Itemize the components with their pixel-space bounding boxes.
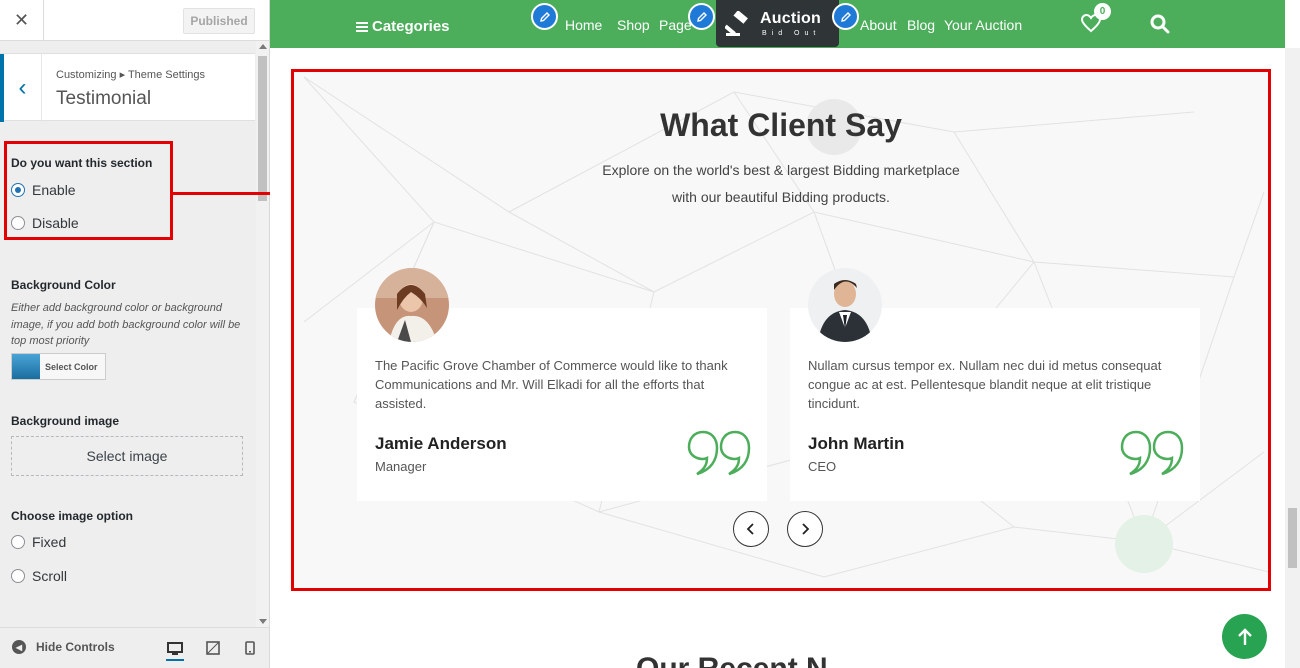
hide-controls-button[interactable]: ◀ Hide Controls xyxy=(12,640,115,654)
chevron-left-icon xyxy=(746,523,754,535)
highlight-box xyxy=(4,141,173,240)
carousel-prev-button[interactable] xyxy=(733,511,769,547)
scroll-to-top-button[interactable] xyxy=(1222,614,1267,659)
chevron-right-icon xyxy=(802,523,810,535)
categories-label: Categories xyxy=(372,18,450,35)
mobile-icon xyxy=(245,641,255,655)
background-image-label: Background image xyxy=(11,414,120,428)
testimonial-card: Nullam cursus tempor ex. Nullam nec dui … xyxy=(790,268,1200,501)
next-section-heading: Our Recent N xyxy=(636,652,828,668)
nav-about[interactable]: About xyxy=(860,17,897,33)
testimonial-quote: The Pacific Grove Chamber of Commerce wo… xyxy=(375,358,728,411)
testimonial-section: What Client Say Explore on the world's b… xyxy=(291,69,1271,591)
customizer-app: ✕ Published ‹ Customizing ▸ Theme Settin… xyxy=(0,0,1300,668)
search-icon xyxy=(1150,14,1170,34)
scroll-up-arrow[interactable] xyxy=(259,44,267,49)
testimonial-quote: Nullam cursus tempor ex. Nullam nec dui … xyxy=(808,358,1162,411)
quote-mark-icon xyxy=(687,430,751,476)
preview-scroll-thumb[interactable] xyxy=(1288,508,1297,568)
collapse-arrow-icon: ◀ xyxy=(12,640,26,654)
background-color-description: Either add background color or backgroun… xyxy=(11,302,241,347)
site-logo[interactable]: Auction Bid Out xyxy=(716,0,839,47)
quote-mark-icon xyxy=(1120,430,1184,476)
pencil-icon xyxy=(840,11,851,22)
tablet-preview-button[interactable] xyxy=(204,639,222,657)
avatar xyxy=(375,268,449,342)
testimonial-role: Manager xyxy=(375,459,427,474)
nav-home[interactable]: Home xyxy=(565,17,602,33)
categories-menu[interactable]: Categories xyxy=(356,18,450,35)
wishlist-count-badge: 0 xyxy=(1094,3,1111,20)
annotation-arrow xyxy=(173,192,283,195)
panel-footer: ◀ Hide Controls xyxy=(0,627,269,668)
radio-fixed[interactable]: Fixed xyxy=(11,534,66,550)
testimonial-card: The Pacific Grove Chamber of Commerce wo… xyxy=(357,268,767,501)
nav-shop[interactable]: Shop xyxy=(617,17,650,33)
preview-scrollbar[interactable] xyxy=(1285,48,1300,668)
image-option-label: Choose image option xyxy=(11,509,134,523)
panel-header: ✕ Published xyxy=(0,0,269,41)
pencil-icon xyxy=(696,11,707,22)
select-color-label: Select Color xyxy=(45,361,98,372)
radio-scroll[interactable]: Scroll xyxy=(11,568,67,584)
edit-shortcut-button[interactable] xyxy=(688,3,715,30)
background-color-label: Background Color xyxy=(11,278,116,292)
testimonial-subtitle-line1: Explore on the world's best & largest Bi… xyxy=(602,162,960,178)
logo-subtitle: Bid Out xyxy=(762,30,821,37)
tablet-icon xyxy=(206,641,220,655)
published-button[interactable]: Published xyxy=(183,8,255,34)
back-button[interactable]: ‹ xyxy=(0,54,42,122)
desktop-preview-button[interactable] xyxy=(166,639,184,661)
chevron-left-icon: ‹ xyxy=(18,74,27,101)
gavel-icon xyxy=(725,11,748,36)
radio-fixed-indicator[interactable] xyxy=(11,535,25,549)
select-image-button[interactable]: Select image xyxy=(11,436,243,476)
radio-scroll-label: Scroll xyxy=(32,568,68,584)
hide-controls-label: Hide Controls xyxy=(36,640,115,654)
breadcrumb: Customizing ▸ Theme Settings xyxy=(56,69,205,81)
select-color-button[interactable]: Select Color xyxy=(11,353,106,380)
scroll-down-arrow[interactable] xyxy=(259,619,267,624)
menu-icon xyxy=(356,20,368,34)
color-swatch xyxy=(12,354,40,379)
testimonial-role: CEO xyxy=(808,459,837,474)
edit-shortcut-button[interactable] xyxy=(832,3,859,30)
site-preview: Categories Home Shop Page Auction Bid Ou… xyxy=(270,0,1300,668)
nav-blog[interactable]: Blog xyxy=(907,17,935,33)
testimonial-title: What Client Say xyxy=(660,107,902,143)
mobile-preview-button[interactable] xyxy=(241,639,259,657)
close-icon: ✕ xyxy=(13,10,30,30)
customizer-panel: ✕ Published ‹ Customizing ▸ Theme Settin… xyxy=(0,0,270,668)
nav-page[interactable]: Page xyxy=(659,17,692,33)
testimonial-name: John Martin xyxy=(808,434,905,453)
search-button[interactable] xyxy=(1150,14,1170,39)
nav-your-auction[interactable]: Your Auction xyxy=(944,17,1022,33)
close-customizer-button[interactable]: ✕ xyxy=(0,0,44,41)
arrow-up-icon xyxy=(1237,627,1252,645)
section-title: Testimonial xyxy=(56,88,152,109)
radio-fixed-label: Fixed xyxy=(32,534,67,550)
carousel-next-button[interactable] xyxy=(787,511,823,547)
panel-scrollbar[interactable] xyxy=(256,41,269,627)
radio-scroll-indicator[interactable] xyxy=(11,569,25,583)
site-header: Categories Home Shop Page Auction Bid Ou… xyxy=(270,0,1285,48)
section-header: ‹ Customizing ▸ Theme Settings Testimoni… xyxy=(0,53,255,122)
wishlist-button[interactable]: 0 xyxy=(1080,3,1111,38)
avatar xyxy=(808,268,882,342)
testimonial-subtitle-line2: with our beautiful Bidding products. xyxy=(672,189,890,205)
logo-title: Auction xyxy=(760,10,821,27)
edit-shortcut-button[interactable] xyxy=(531,3,558,30)
pencil-icon xyxy=(539,11,550,22)
panel-scroll-thumb[interactable] xyxy=(258,56,267,201)
desktop-icon xyxy=(167,642,183,655)
testimonial-name: Jamie Anderson xyxy=(375,434,507,453)
